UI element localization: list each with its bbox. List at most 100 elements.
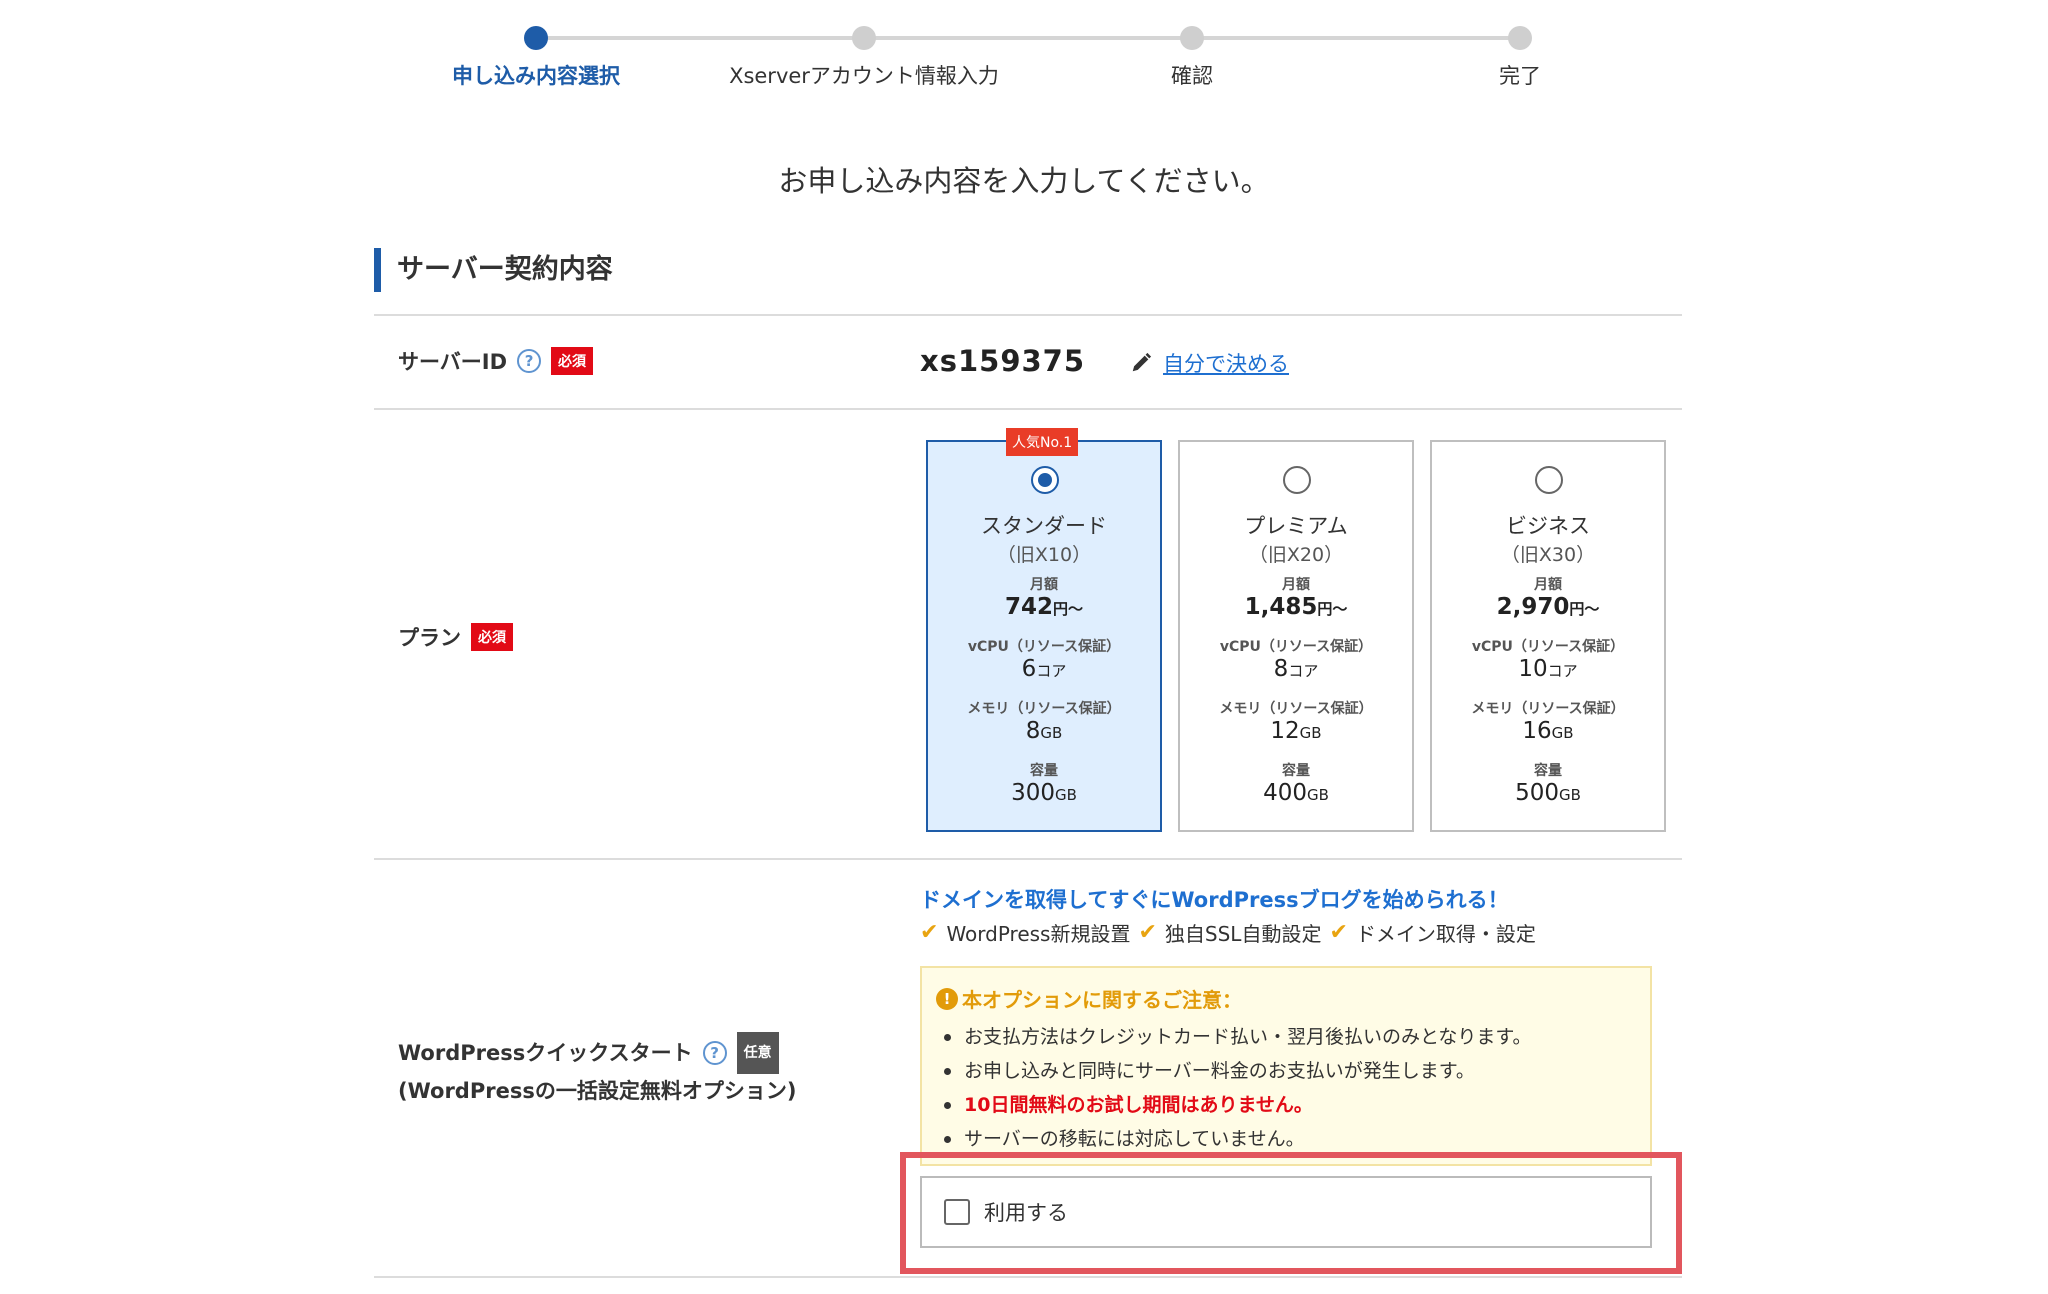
plan-card-standard[interactable]: 人気No.1 スタンダード （旧X10） 月額 742円〜 vCPU（リソース保… <box>926 428 1162 832</box>
use-quickstart-label: 利用する <box>984 1201 1068 1225</box>
use-quickstart-option[interactable]: 利用する <box>920 1176 1652 1248</box>
storage-unit: GB <box>1054 786 1077 804</box>
step-label-2: Xserverアカウント情報入力 <box>729 64 999 88</box>
step-dot-3 <box>1180 26 1204 50</box>
price-number: 1,485 <box>1244 594 1318 620</box>
optional-badge: 任意 <box>736 1032 779 1074</box>
page-title: お申し込み内容を入力してください。 <box>778 164 1270 198</box>
plan-card-business[interactable]: ビジネス （旧X30） 月額 2,970円〜 vCPU（リソース保証） 10コア… <box>1430 440 1666 832</box>
required-badge: 必須 <box>471 623 513 651</box>
memory-value: 12GB <box>1180 718 1412 744</box>
storage-label: 容量 <box>1534 763 1562 779</box>
feature-item: ドメイン取得・設定 <box>1355 922 1536 946</box>
step-label-4: 完了 <box>1499 64 1541 88</box>
plan-label: プラン <box>398 626 461 650</box>
storage-value: 400GB <box>1180 780 1412 806</box>
feature-item: 独自SSL自動設定 <box>1164 922 1322 946</box>
price-number: 742 <box>1004 594 1053 620</box>
plan-name: プレミアム <box>1244 514 1348 538</box>
price-unit: 円〜 <box>1317 600 1348 618</box>
server-id-label-group: サーバーID ? 必須 <box>398 346 594 376</box>
step-dot-4 <box>1508 26 1532 50</box>
vcpu-number: 10 <box>1518 656 1548 682</box>
wordpress-label-line: WordPressクイックスタート ? 任意 <box>398 1032 796 1074</box>
price-label: 月額 <box>1030 577 1058 593</box>
price-label: 月額 <box>1534 577 1562 593</box>
notice-title: ! 本オプションに関するご注意： <box>936 984 1242 1013</box>
memory-value: 16GB <box>1432 718 1664 744</box>
plan-card-premium[interactable]: プレミアム （旧X20） 月額 1,485円〜 vCPU（リソース保証） 8コア… <box>1178 440 1414 832</box>
server-id-value: xs159375 <box>920 344 1086 378</box>
memory-value: 8GB <box>928 718 1160 744</box>
progress-stepper: 申し込み内容選択 Xserverアカウント情報入力 確認 完了 <box>0 0 2048 100</box>
storage-label: 容量 <box>1030 763 1058 779</box>
popular-badge: 人気No.1 <box>1006 428 1079 456</box>
memory-unit: GB <box>1299 724 1322 742</box>
check-icon: ✔ <box>1329 920 1348 945</box>
memory-label: メモリ（リソース保証） <box>1471 701 1625 717</box>
step-label-1: 申し込み内容選択 <box>452 64 620 88</box>
step-connector <box>1192 36 1520 40</box>
memory-number: 16 <box>1522 718 1552 744</box>
notice-item: お支払方法はクレジットカード払い・翌月後払いのみとなります。 <box>936 1020 1532 1054</box>
feature-item: WordPress新規設置 <box>946 922 1131 946</box>
vcpu-unit: コア <box>1547 662 1578 680</box>
wordpress-quickstart-label-group: WordPressクイックスタート ? 任意 (WordPressの一括設定無料… <box>398 1032 796 1108</box>
price-value: 2,970円〜 <box>1432 594 1664 620</box>
plan-radio-standard[interactable] <box>1031 466 1059 494</box>
vcpu-label: vCPU（リソース保証） <box>1219 639 1373 655</box>
vcpu-label: vCPU（リソース保証） <box>967 639 1121 655</box>
step-dot-1 <box>524 26 548 50</box>
price-label: 月額 <box>1282 577 1310 593</box>
notice-item-warning: 10日間無料のお試し期間はありません。 <box>936 1088 1532 1122</box>
row-divider <box>374 858 1682 860</box>
required-badge: 必須 <box>551 347 594 375</box>
price-number: 2,970 <box>1496 594 1570 620</box>
plan-old-name: （旧X20） <box>1248 544 1344 566</box>
wordpress-quickstart-label: WordPressクイックスタート <box>398 1041 693 1065</box>
option-notice-box: ! 本オプションに関するご注意： お支払方法はクレジットカード払い・翌月後払いの… <box>920 966 1652 1166</box>
row-divider <box>374 1276 1682 1278</box>
wordpress-headline: ドメインを取得してすぐにWordPressブログを始められる！ <box>920 888 1509 912</box>
notice-item: サーバーの移転には対応していません。 <box>936 1122 1532 1156</box>
memory-label: メモリ（リソース保証） <box>1219 701 1373 717</box>
notice-item: お申し込みと同時にサーバー料金のお支払いが発生します。 <box>936 1054 1532 1088</box>
plan-old-name: （旧X10） <box>996 544 1092 566</box>
plan-label-group: プラン 必須 <box>398 622 513 652</box>
vcpu-value: 8コア <box>1180 656 1412 682</box>
use-quickstart-checkbox[interactable] <box>944 1199 970 1225</box>
row-divider <box>374 314 1682 316</box>
plan-radio-premium[interactable] <box>1283 466 1311 494</box>
storage-unit: GB <box>1306 786 1329 804</box>
section-title: サーバー契約内容 <box>374 248 613 292</box>
notice-title-text: 本オプションに関するご注意： <box>962 988 1242 1012</box>
server-id-label: サーバーID <box>398 350 508 374</box>
plan-old-name: （旧X30） <box>1500 544 1596 566</box>
storage-label: 容量 <box>1282 763 1310 779</box>
help-icon[interactable]: ? <box>517 349 542 373</box>
storage-value: 300GB <box>928 780 1160 806</box>
price-value: 742円〜 <box>928 594 1160 620</box>
step-dot-2 <box>852 26 876 50</box>
memory-label: メモリ（リソース保証） <box>967 701 1121 717</box>
vcpu-number: 8 <box>1273 656 1289 682</box>
custom-server-id-link[interactable]: 自分で決める <box>1163 348 1289 378</box>
vcpu-label: vCPU（リソース保証） <box>1471 639 1625 655</box>
storage-unit: GB <box>1558 786 1581 804</box>
memory-number: 12 <box>1270 718 1300 744</box>
price-unit: 円〜 <box>1053 600 1084 618</box>
check-icon: ✔ <box>1138 920 1157 945</box>
memory-unit: GB <box>1040 724 1063 742</box>
row-divider <box>374 408 1682 410</box>
order-form-page: 申し込み内容選択 Xserverアカウント情報入力 確認 完了 お申し込み内容を… <box>0 0 2048 1294</box>
wordpress-feature-list: ✔ WordPress新規設置 ✔ 独自SSL自動設定 ✔ ドメイン取得・設定 <box>920 918 1536 947</box>
help-icon[interactable]: ? <box>702 1041 727 1065</box>
vcpu-value: 6コア <box>928 656 1160 682</box>
plan-name: ビジネス <box>1506 514 1590 538</box>
check-icon: ✔ <box>920 920 939 945</box>
warning-icon: ! <box>936 987 958 1010</box>
vcpu-unit: コア <box>1288 662 1319 680</box>
storage-value: 500GB <box>1432 780 1664 806</box>
notice-list: お支払方法はクレジットカード払い・翌月後払いのみとなります。 お申し込みと同時に… <box>936 1020 1532 1156</box>
plan-radio-business[interactable] <box>1535 466 1563 494</box>
